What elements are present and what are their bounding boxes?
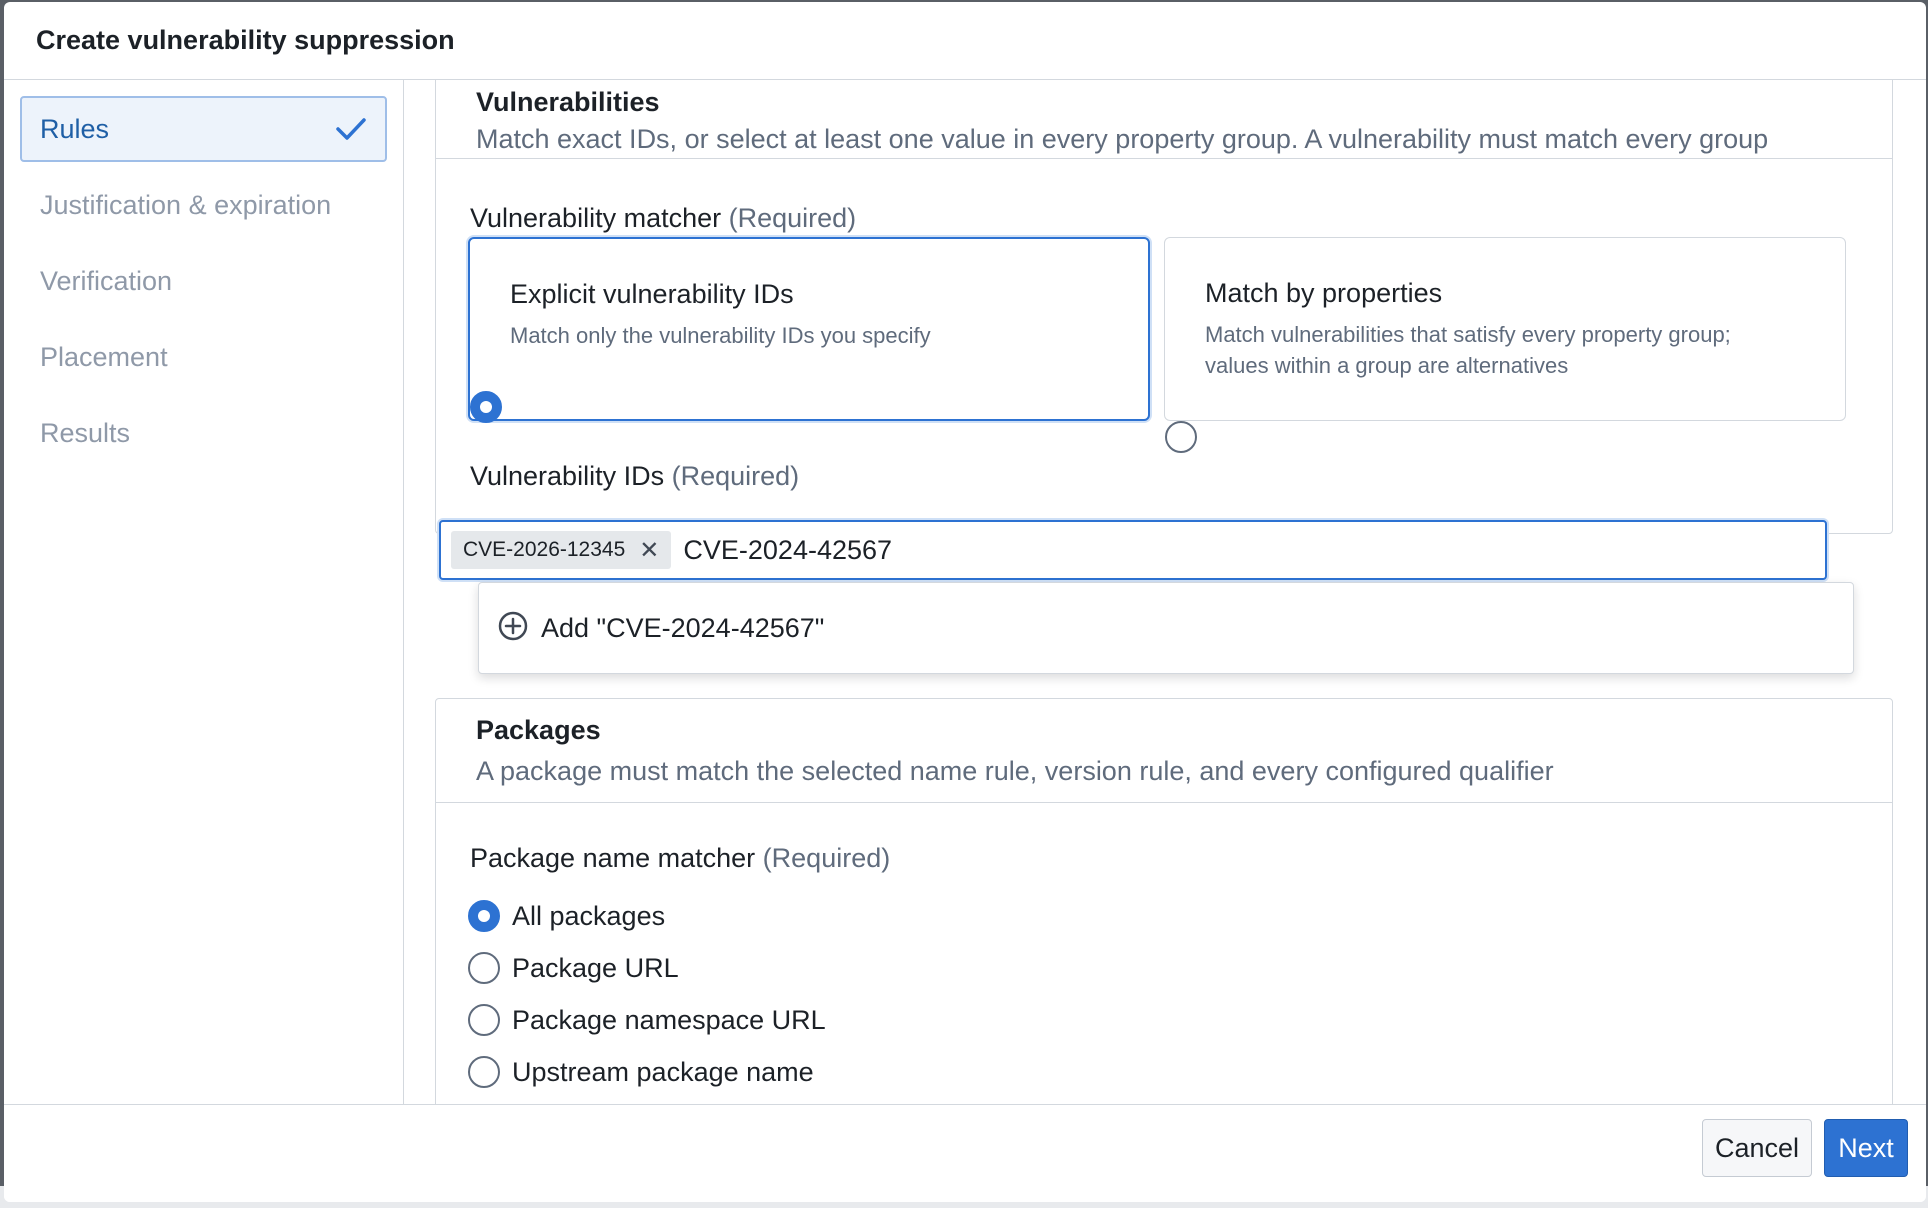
radio-label: All packages [512,900,666,931]
vulnerabilities-section-header: Vulnerabilities Match exact IDs, or sele… [436,80,1892,159]
radio-label: Package URL [512,952,679,983]
explicit-ids-radio[interactable] [470,391,502,423]
packages-section-header: Packages A package must match the select… [436,699,1892,803]
radio-button[interactable] [468,952,500,984]
step-label: Justification & expiration [40,189,332,220]
vulnerability-ids-input[interactable]: CVE-2026-12345 ✕ CVE-2024-42567 [439,520,1827,580]
match-by-properties-radio[interactable] [1165,421,1197,453]
required-text: (Required) [671,461,800,491]
section-title: Packages [476,715,601,745]
label-text: Vulnerability IDs [470,461,665,491]
card-title: Explicit vulnerability IDs [510,279,794,309]
radio-label: Package namespace URL [512,1004,826,1035]
vulnerability-matcher-label: Vulnerability matcher (Required) [470,203,856,234]
required-text: (Required) [728,203,857,233]
step-label: Verification [40,265,173,296]
step-label: Results [40,417,131,448]
radio-button[interactable] [468,1004,500,1036]
add-id-suggestion-text[interactable]: Add "CVE-2024-42567" [541,613,824,644]
radio-label: Upstream package name [512,1056,814,1087]
step-rules[interactable]: Rules [20,96,387,162]
matcher-card-match-by-properties[interactable]: Match by properties Match vulnerabilitie… [1164,237,1846,453]
card-title: Match by properties [1205,278,1443,308]
step-placement[interactable]: Placement [20,324,387,390]
card-description-line: values within a group are alternatives [1205,353,1569,378]
tag-text: CVE-2026-12345 [463,538,626,561]
package-name-matcher-label: Package name matcher (Required) [470,843,890,874]
matcher-card-explicit-ids[interactable]: Explicit vulnerability IDs Match only th… [468,237,1150,423]
card-description-line: Match vulnerabilities that satisfy every… [1205,322,1731,347]
dialog-footer: Cancel Next [4,1104,1926,1202]
tag-input-text[interactable]: CVE-2024-42567 [683,535,892,566]
remove-tag-icon[interactable]: ✕ [639,536,659,565]
label-text: Vulnerability matcher [470,203,722,233]
radio-button[interactable] [468,1056,500,1088]
card-description: Match vulnerabilities that satisfy every… [1205,319,1805,381]
step-label: Placement [40,341,168,372]
add-id-suggestion-menu[interactable]: Add "CVE-2024-42567" [478,582,1854,674]
next-button[interactable]: Next [1824,1119,1908,1177]
suppression-dialog: Create vulnerability suppression Rules J… [4,2,1926,1202]
step-justification-expiration[interactable]: Justification & expiration [20,172,387,238]
vulnerabilities-section: Vulnerabilities Match exact IDs, or sele… [435,80,1893,534]
radio-option-package-url[interactable]: Package URL [468,947,826,989]
card-description: Match only the vulnerability IDs you spe… [510,323,931,348]
section-title: Vulnerabilities [476,87,660,117]
dialog-header: Create vulnerability suppression [4,2,1926,80]
steps-sidebar: Rules Justification & expiration Verific… [4,80,404,1104]
section-description: Match exact IDs, or select at least one … [476,124,1769,154]
dialog-title: Create vulnerability suppression [36,25,455,55]
radio-button[interactable] [468,900,500,932]
radio-option-upstream-package-name[interactable]: Upstream package name [468,1051,826,1093]
packages-section: Packages A package must match the select… [435,698,1893,1104]
label-text: Package name matcher [470,843,756,873]
vulnerability-ids-label: Vulnerability IDs (Required) [470,461,799,492]
add-circle-icon [497,610,529,647]
checkmark-icon [335,116,367,142]
radio-option-all-packages[interactable]: All packages [468,895,826,937]
step-label: Rules [40,113,110,144]
radio-option-package-namespace-url[interactable]: Package namespace URL [468,999,826,1041]
step-results[interactable]: Results [20,400,387,466]
required-text: (Required) [762,843,891,873]
cancel-button[interactable]: Cancel [1702,1119,1812,1177]
section-description: A package must match the selected name r… [476,756,1554,786]
step-verification[interactable]: Verification [20,248,387,314]
package-name-radio-group: All packages Package URL Package namespa… [468,895,826,1093]
vulnerability-id-tag: CVE-2026-12345 ✕ [451,531,672,569]
